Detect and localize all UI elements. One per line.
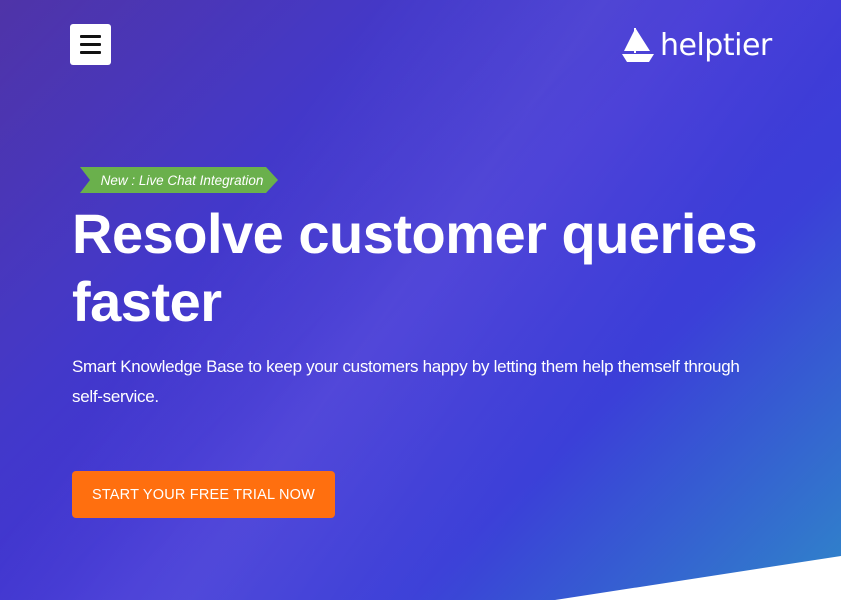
- hero-headline: Resolve customer queries faster: [72, 202, 758, 333]
- logo-text: helptier: [660, 27, 772, 63]
- start-free-trial-button[interactable]: START YOUR FREE TRIAL NOW: [72, 471, 335, 518]
- hero-subtext: Smart Knowledge Base to keep your custom…: [72, 357, 740, 406]
- menu-bar: [80, 51, 101, 54]
- sailboat-icon: [622, 28, 654, 62]
- new-feature-badge[interactable]: New : Live Chat Integration: [80, 167, 278, 193]
- menu-bar: [80, 35, 101, 38]
- menu-bar: [80, 43, 101, 46]
- hamburger-menu-icon[interactable]: [70, 24, 111, 65]
- brand-logo[interactable]: helptier: [622, 26, 772, 64]
